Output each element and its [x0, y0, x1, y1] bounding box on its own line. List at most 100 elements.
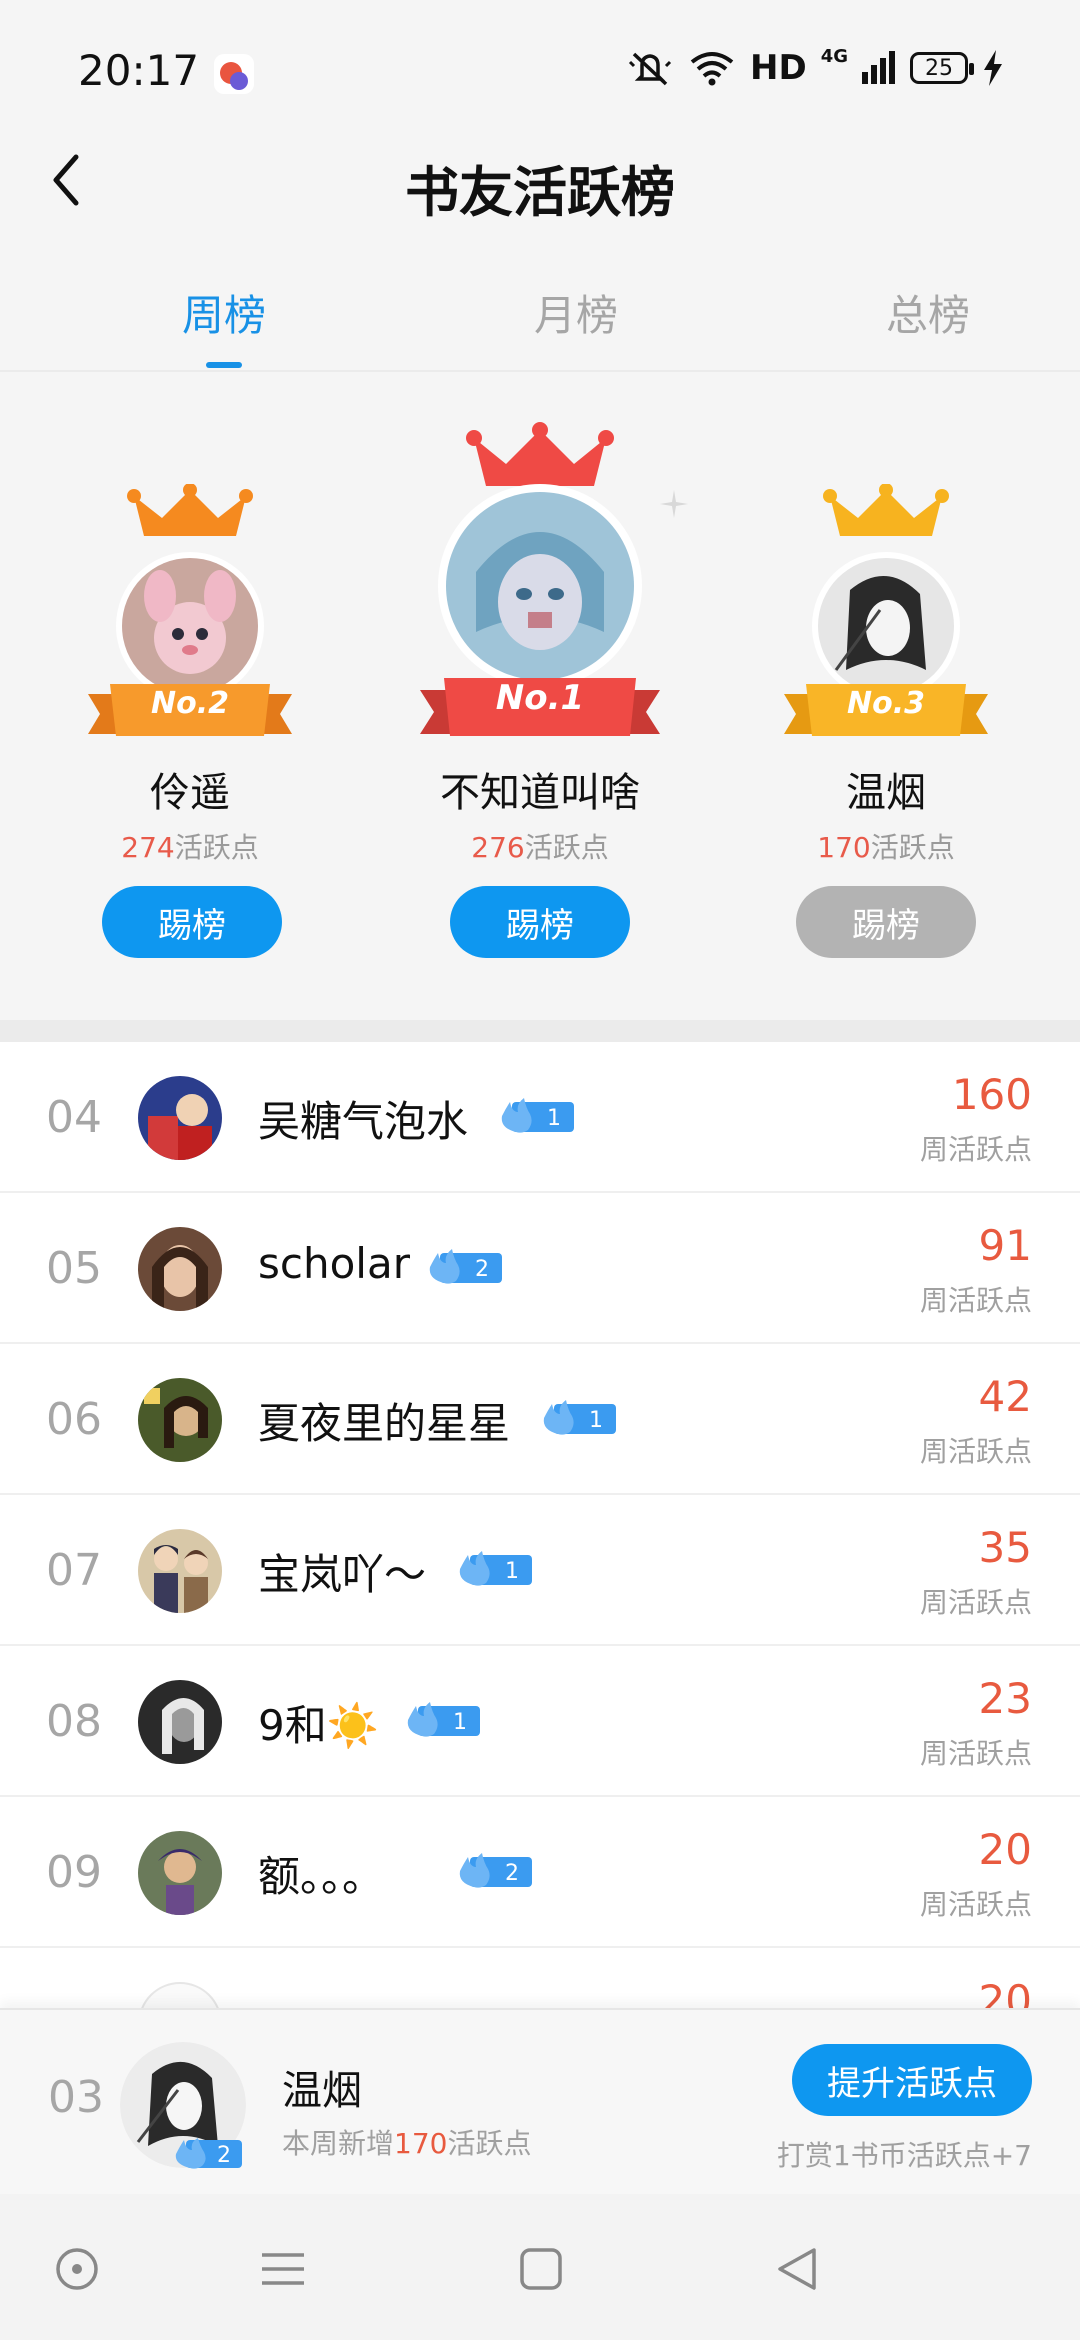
user-name: 额。。。	[258, 1852, 385, 1901]
podium-name: 不知道叫啥	[440, 770, 640, 816]
podium-points: 170活跃点	[817, 831, 955, 864]
triangle-back-icon	[778, 2248, 816, 2290]
podium-name: 温烟	[846, 770, 926, 816]
menu-button[interactable]	[248, 2234, 318, 2304]
podium-points: 274活跃点	[121, 831, 259, 864]
rank-label: No.2	[151, 686, 229, 721]
score-label: 周活跃点	[919, 1586, 1032, 1619]
list-item[interactable]: 08 9和☀️ 1 23 周活跃点	[0, 1646, 1080, 1797]
score: 20	[978, 1825, 1032, 1874]
rank-number: 08	[46, 1696, 102, 1747]
level-badge: 1	[402, 1702, 482, 1738]
score-label: 周活跃点	[919, 1435, 1032, 1468]
level-badge: 2	[454, 1853, 534, 1889]
menu-icon	[262, 2253, 304, 2285]
podium-name: 伶遥	[150, 770, 230, 816]
sparkle-icon	[660, 490, 688, 518]
user-name: 9和☀️	[258, 1701, 380, 1750]
list-item[interactable]: 06 夏夜里的星星 1 42 周活跃点	[0, 1344, 1080, 1495]
avatar[interactable]	[138, 1378, 222, 1462]
score: 91	[978, 1221, 1032, 1270]
system-nav-bar	[0, 2194, 1080, 2340]
tab-monthly[interactable]: 月榜	[476, 282, 676, 343]
assistant-button[interactable]	[42, 2234, 112, 2304]
battery-icon: 25	[910, 52, 974, 84]
wifi-icon	[690, 52, 734, 86]
level-badge: 2	[172, 2138, 244, 2170]
rank-number: 03	[48, 2072, 104, 2123]
avatar[interactable]	[138, 1831, 222, 1915]
score: 160	[951, 1070, 1032, 1119]
status-icons: HD 4G 25	[626, 45, 1004, 88]
kick-button[interactable]: 踢榜	[450, 886, 630, 958]
podium-points: 276活跃点	[471, 831, 609, 864]
avatar[interactable]	[138, 1227, 222, 1311]
svg-text:1: 1	[453, 1710, 467, 1735]
app-notification-icon	[214, 54, 254, 94]
signal-icon	[862, 51, 895, 84]
crown-icon	[823, 484, 949, 536]
podium-first: No.1 不知道叫啥 276活跃点 踢榜	[390, 372, 690, 1020]
tab-bar: 周榜 月榜 总榜	[0, 270, 1080, 370]
tab-total[interactable]: 总榜	[828, 282, 1028, 343]
avatar[interactable]	[138, 1529, 222, 1613]
status-time: 20:17	[78, 46, 200, 95]
kick-button[interactable]: 踢榜	[796, 886, 976, 958]
crown-icon	[466, 422, 614, 486]
list-item[interactable]: 07 宝岚吖～ 1 35 周活跃点	[0, 1495, 1080, 1646]
mute-icon	[628, 52, 672, 86]
score-label: 周活跃点	[919, 1284, 1032, 1317]
page-title: 书友活跃榜	[405, 161, 675, 224]
square-icon	[520, 2248, 562, 2290]
header: 书友活跃榜	[0, 130, 1080, 230]
rank-number: 06	[46, 1394, 102, 1445]
section-divider	[0, 1020, 1080, 1042]
podium-second: No.2 伶遥 274活跃点 踢榜	[40, 372, 340, 1020]
podium: No.2 伶遥 274活跃点 踢榜 No.1 不知道叫啥 276活跃点 踢榜 N…	[0, 372, 1080, 1020]
score: 35	[978, 1523, 1032, 1572]
list-item[interactable]: 05 scholar 2 91 周活跃点	[0, 1193, 1080, 1344]
avatar[interactable]	[138, 1680, 222, 1764]
battery-level: 25	[925, 55, 953, 81]
user-name: 吴糖气泡水	[258, 1097, 469, 1146]
podium-third: No.3 温烟 170活跃点 踢榜	[736, 372, 1036, 1020]
list-item[interactable]: 20	[0, 1948, 1080, 2008]
svg-text:2: 2	[217, 2143, 231, 2168]
score: 42	[978, 1372, 1032, 1421]
user-name: scholar	[258, 1239, 410, 1288]
user-name: 温烟	[282, 2068, 362, 2114]
list-item[interactable]: 09 额。。。 2 20 周活跃点	[0, 1797, 1080, 1948]
avatar[interactable]	[138, 1982, 222, 2008]
ranking-list: 04 吴糖气泡水 1 160 周活跃点 05 scholar 2 91 周活跃点…	[0, 1042, 1080, 2008]
level-badge: 1	[538, 1400, 618, 1436]
rank-number: 07	[46, 1545, 102, 1596]
score: 20	[978, 1976, 1032, 2008]
svg-text:2: 2	[505, 1861, 519, 1886]
rank-number: 09	[46, 1847, 102, 1898]
tab-indicator	[206, 362, 242, 368]
list-item[interactable]: 04 吴糖气泡水 1 160 周活跃点	[0, 1042, 1080, 1193]
back-nav-button[interactable]	[762, 2234, 832, 2304]
rank-label: No.1	[495, 678, 585, 718]
boost-activity-button[interactable]: 提升活跃点	[792, 2044, 1032, 2116]
svg-text:1: 1	[505, 1559, 519, 1584]
crown-icon	[127, 484, 253, 536]
weekly-gain: 本周新增170活跃点	[282, 2127, 532, 2160]
rank-number: 04	[46, 1092, 102, 1143]
status-bar: 20:17 HD 4G 25	[0, 0, 1080, 140]
level-badge: 2	[424, 1249, 504, 1285]
avatar[interactable]	[436, 482, 644, 690]
kick-button[interactable]: 踢榜	[102, 886, 282, 958]
avatar[interactable]	[138, 1076, 222, 1160]
user-name: 夏夜里的星星	[258, 1399, 511, 1448]
svg-text:1: 1	[547, 1106, 561, 1131]
level-badge: 1	[496, 1098, 576, 1134]
rank-number: 05	[46, 1243, 102, 1294]
svg-text:2: 2	[475, 1257, 489, 1282]
signal-type: 4G	[820, 45, 848, 67]
home-button[interactable]	[506, 2234, 576, 2304]
tab-weekly[interactable]: 周榜	[124, 282, 324, 343]
score: 23	[978, 1674, 1032, 1723]
network-type: HD	[750, 48, 807, 88]
svg-text:1: 1	[589, 1408, 603, 1433]
